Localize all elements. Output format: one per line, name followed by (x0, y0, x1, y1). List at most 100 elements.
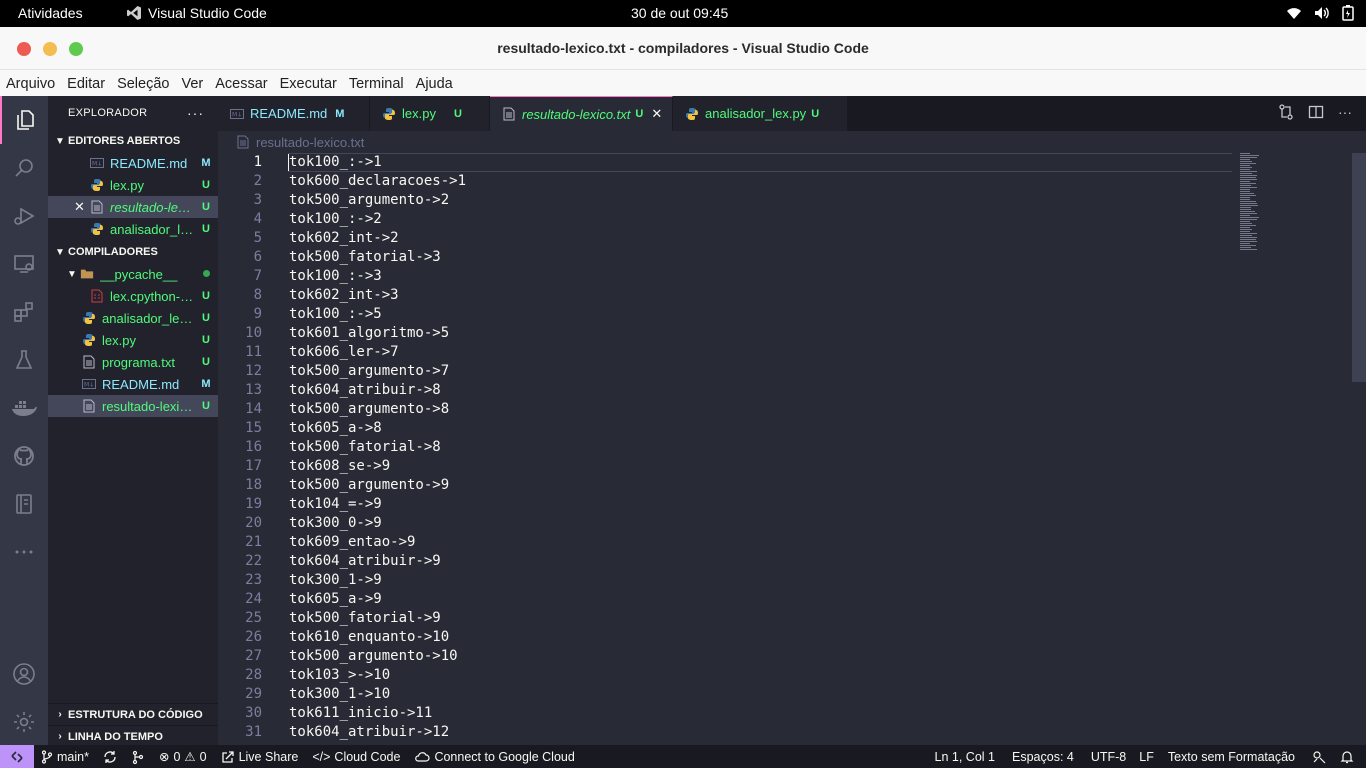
minimap-line (1240, 185, 1251, 186)
menu-terminal[interactable]: Terminal (343, 70, 410, 96)
files-icon (17, 110, 34, 130)
close-icon[interactable]: ✕ (651, 106, 662, 122)
menu-editar[interactable]: Editar (61, 70, 111, 96)
code-line: tok609_entao->9 (289, 534, 416, 550)
menu-ajuda[interactable]: Ajuda (410, 70, 459, 96)
accounts-button[interactable] (0, 650, 48, 698)
menu-selecao[interactable]: Seleção (111, 70, 175, 96)
code-line: tok601_algoritmo->5 (289, 325, 450, 341)
tab-readme[interactable]: M↓ README.md M (218, 96, 370, 131)
branch-indicator[interactable]: main* (34, 750, 96, 764)
code-line: tok608_se->9 (289, 458, 391, 474)
breadcrumb[interactable]: resultado-lexico.txt (218, 131, 1366, 153)
google-cloud-label: Connect to Google Cloud (434, 749, 575, 764)
more-views-button[interactable] (0, 528, 48, 576)
split-editor-button[interactable] (1308, 104, 1324, 125)
breadcrumb-file[interactable]: resultado-lexico.txt (256, 135, 364, 150)
more-actions-button[interactable]: ··· (1338, 104, 1352, 125)
minimap[interactable] (1240, 153, 1262, 253)
folder-pycache[interactable]: ▼ __pycache__ (48, 263, 218, 285)
live-share-button[interactable]: Live Share (214, 750, 306, 764)
minimap-line (1240, 173, 1252, 174)
cursor-position[interactable]: Ln 1, Col 1 (928, 750, 1005, 764)
vertical-scrollbar[interactable] (1352, 153, 1366, 382)
github-icon (14, 446, 34, 466)
extensions-button[interactable] (0, 288, 48, 336)
remote-explorer-button[interactable] (0, 240, 48, 288)
open-editor-resultado[interactable]: ✕ resultado-lexico.txt U (48, 196, 218, 218)
battery-icon (1342, 5, 1354, 21)
workspace-section[interactable]: ▼ COMPILADORES (48, 241, 218, 263)
volume-icon (1315, 7, 1329, 19)
google-cloud-button[interactable]: Connect to Google Cloud (407, 750, 581, 764)
feedback-button[interactable] (1305, 750, 1333, 764)
search-button[interactable] (0, 144, 48, 192)
chevron-right-icon: › (58, 731, 62, 742)
close-icon[interactable]: ✕ (74, 199, 90, 215)
tab-resultado[interactable]: resultado-lexico.txt U ✕ (490, 96, 673, 131)
git-graph-button[interactable] (124, 750, 152, 764)
file-lex[interactable]: lex.py U (48, 329, 218, 351)
open-editor-readme[interactable]: M↓ README.md M (48, 152, 218, 174)
line-number: 25 (245, 610, 262, 626)
minimap-line (1240, 249, 1258, 250)
file-lex-pyc[interactable]: lex.cpython-38.pyc U (48, 285, 218, 307)
file-resultado[interactable]: resultado-lexico.txt U (48, 395, 218, 417)
menu-ver[interactable]: Ver (175, 70, 209, 96)
explorer-button[interactable] (0, 96, 48, 144)
tab-lex[interactable]: lex.py U (370, 96, 490, 131)
run-debug-icon (14, 207, 35, 225)
system-tray[interactable] (1286, 5, 1354, 21)
line-number: 26 (245, 629, 262, 645)
encoding[interactable]: UTF-8 (1084, 750, 1132, 764)
sync-button[interactable] (96, 750, 124, 764)
timeline-section[interactable]: › LINHA DO TEMPO (48, 725, 218, 747)
file-analisador[interactable]: analisador_lex.py U (48, 307, 218, 329)
indentation[interactable]: Espaços: 4 (1005, 750, 1084, 764)
docker-button[interactable] (0, 384, 48, 432)
open-changes-button[interactable] (1278, 104, 1294, 125)
run-debug-button[interactable] (0, 192, 48, 240)
open-editor-analisador[interactable]: analisador_lex.py U (48, 218, 218, 240)
testing-button[interactable] (0, 336, 48, 384)
activities-button[interactable]: Atividades (18, 5, 83, 21)
problems-indicator[interactable]: ⊗ 0 ⚠ 0 (152, 749, 214, 765)
minimap-line (1240, 163, 1257, 164)
file-label: README.md (102, 376, 180, 392)
manage-button[interactable] (0, 698, 48, 746)
explorer-title: EXPLORADOR (68, 107, 148, 119)
minimap-line (1240, 207, 1251, 208)
menu-executar[interactable]: Executar (274, 70, 343, 96)
cloud-code-button[interactable]: </> Cloud Code (305, 750, 407, 764)
end-of-line[interactable]: LF (1132, 750, 1161, 764)
minimap-line (1240, 195, 1257, 196)
tab-label: lex.py (402, 106, 436, 121)
language-mode[interactable]: Texto sem Formatação (1161, 750, 1305, 764)
minimap-line (1240, 199, 1250, 200)
code-line: tok100_:->3 (289, 268, 382, 284)
minimap-line (1240, 247, 1251, 248)
menu-arquivo[interactable]: Arquivo (0, 70, 61, 96)
file-programa[interactable]: programa.txt U (48, 351, 218, 373)
clock[interactable]: 30 de out 09:45 (631, 5, 728, 21)
remote-indicator[interactable] (0, 745, 34, 768)
python-file-icon (82, 333, 96, 347)
text-editor[interactable]: 1 tok100_:->1 2 tok600_declaracoes->1 3 tok50… (218, 153, 1352, 745)
menu-acessar[interactable]: Acessar (209, 70, 273, 96)
minimap-line (1240, 219, 1258, 220)
open-editor-lex[interactable]: lex.py U (48, 174, 218, 196)
github-button[interactable] (0, 432, 48, 480)
explorer-more-actions-icon[interactable]: ··· (187, 105, 204, 121)
code-line: tok300_1->10 (289, 686, 391, 702)
line-number: 19 (245, 496, 262, 512)
notifications-button[interactable] (1333, 750, 1366, 764)
notebook-button[interactable] (0, 480, 48, 528)
line-number: 24 (245, 591, 262, 607)
code-line: tok500_argumento->10 (289, 648, 458, 664)
file-readme[interactable]: M↓ README.md M (48, 373, 218, 395)
code-line: tok104_=->9 (289, 496, 382, 512)
tab-analisador[interactable]: analisador_lex.py U (673, 96, 848, 131)
outline-section[interactable]: › ESTRUTURA DO CÓDIGO (48, 703, 218, 725)
open-editors-section[interactable]: ▼ EDITORES ABERTOS (48, 130, 218, 152)
app-menu[interactable]: Visual Studio Code (126, 5, 267, 21)
